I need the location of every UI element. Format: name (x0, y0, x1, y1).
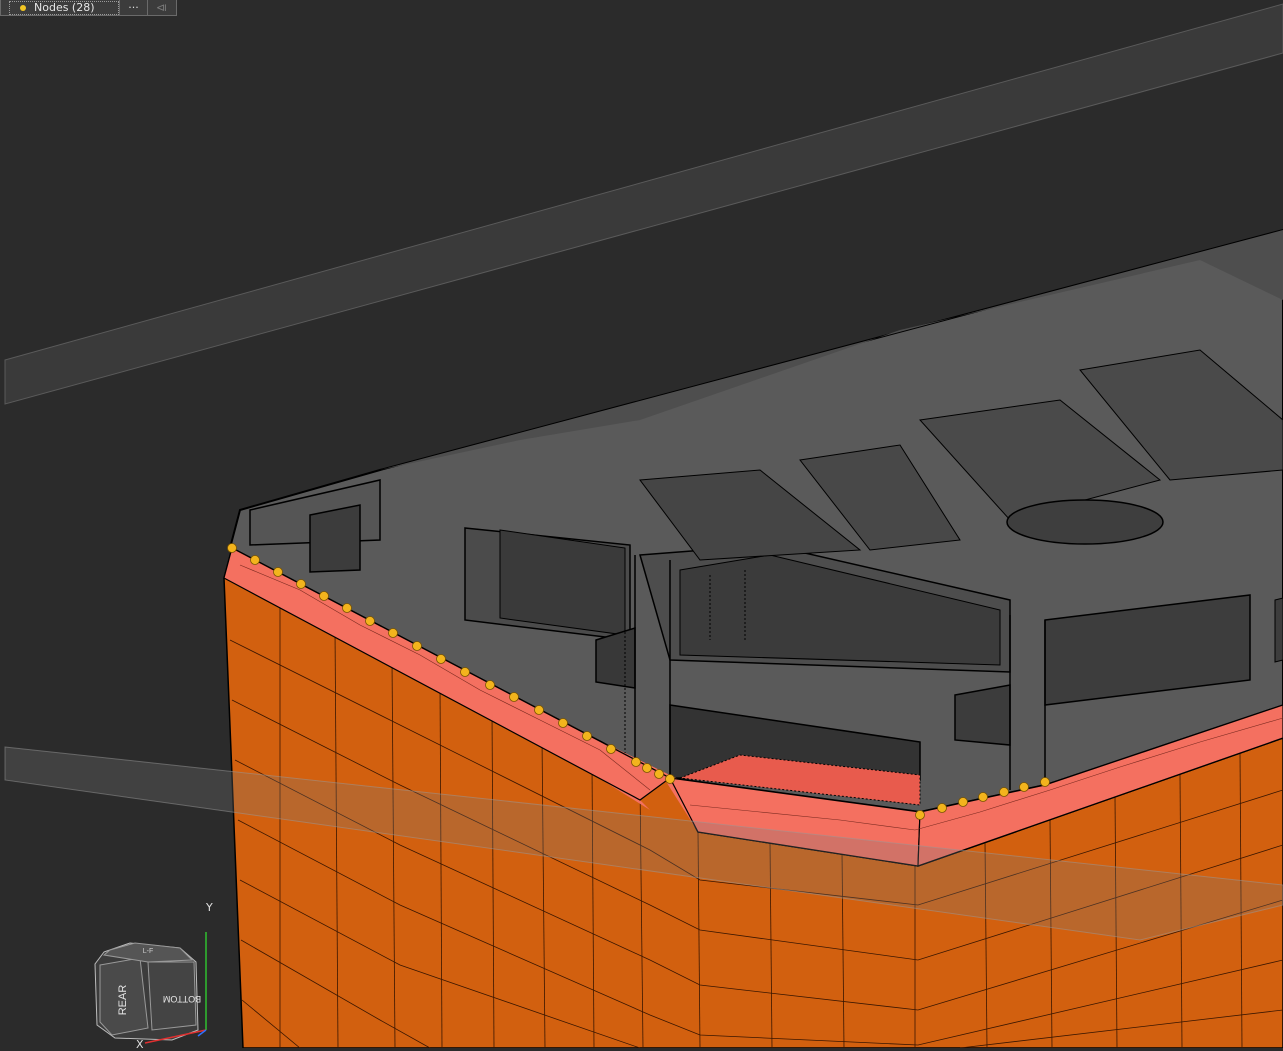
node[interactable] (978, 792, 988, 802)
node[interactable] (412, 641, 422, 651)
node[interactable] (958, 797, 968, 807)
first-item-button[interactable]: ⧏ (147, 0, 175, 16)
view-cube-top-face[interactable]: L-F (143, 948, 154, 955)
selection-dropdown[interactable]: Nodes (28) (9, 0, 119, 15)
node[interactable] (227, 543, 237, 553)
selection-label: Nodes (28) (34, 1, 95, 14)
node[interactable] (1040, 777, 1050, 787)
node[interactable] (296, 579, 306, 589)
x-axis-label: X (136, 1038, 144, 1051)
node[interactable] (388, 628, 398, 638)
skip-to-start-icon: ⧏ (156, 1, 167, 14)
node[interactable] (534, 705, 544, 715)
node[interactable] (319, 591, 329, 601)
node-dot-icon (20, 4, 26, 11)
more-icon: ··· (128, 1, 139, 14)
y-axis-label: Y (206, 901, 213, 914)
node[interactable] (937, 803, 947, 813)
node[interactable] (642, 763, 652, 773)
3d-viewport[interactable]: REAR BOTTOM L-F (0, 0, 1283, 1048)
node[interactable] (606, 744, 616, 754)
view-cube-rear-face[interactable]: REAR (117, 985, 129, 1016)
view-cube[interactable]: REAR BOTTOM L-F (94, 942, 201, 1041)
node[interactable] (250, 555, 260, 565)
node[interactable] (999, 787, 1009, 797)
node[interactable] (365, 616, 375, 626)
node[interactable] (436, 654, 446, 664)
more-options-button[interactable]: ··· (119, 0, 147, 16)
node[interactable] (631, 757, 641, 767)
node[interactable] (582, 731, 592, 741)
node[interactable] (460, 667, 470, 677)
node[interactable] (342, 603, 352, 613)
node[interactable] (273, 567, 283, 577)
node[interactable] (509, 692, 519, 702)
node[interactable] (654, 769, 664, 779)
view-cube-bottom-face[interactable]: BOTTOM (163, 994, 201, 1004)
node[interactable] (665, 774, 675, 784)
node[interactable] (485, 680, 495, 690)
selection-toolbar: Nodes (28) ··· ⧏ (0, 0, 177, 16)
node[interactable] (915, 810, 925, 820)
node[interactable] (558, 718, 568, 728)
node[interactable] (1019, 782, 1029, 792)
